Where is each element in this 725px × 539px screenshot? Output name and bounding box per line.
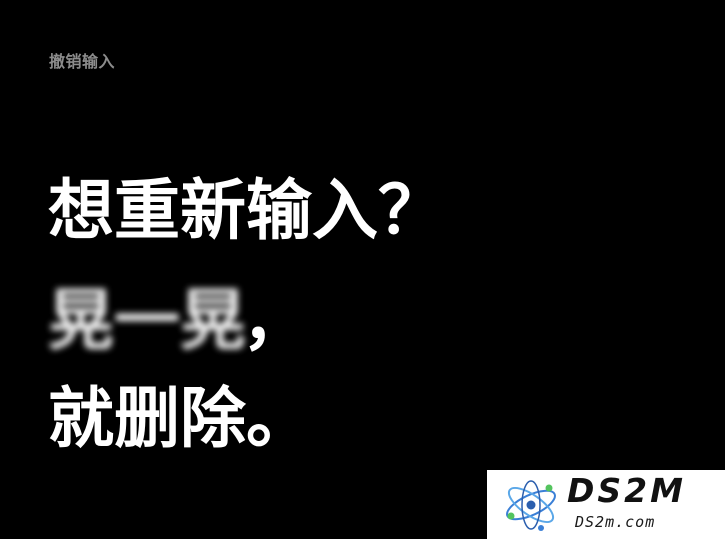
screen-caption: 撤销输入 <box>49 52 116 71</box>
watermark-url: DS2m.com <box>575 513 656 531</box>
atom-logo-icon <box>506 480 556 531</box>
headline-line-3: 就删除。 <box>48 380 312 457</box>
headline-line-1: 想重新输入？ <box>48 172 444 249</box>
watermark-title: DS2M <box>567 471 686 510</box>
watermark-badge: DS2M DS2m.com <box>487 470 725 539</box>
headline-line-2: 晃一晃， <box>48 282 308 360</box>
shake-text-blurred: 晃一晃 <box>48 282 246 359</box>
headline-comma: ， <box>242 282 308 359</box>
